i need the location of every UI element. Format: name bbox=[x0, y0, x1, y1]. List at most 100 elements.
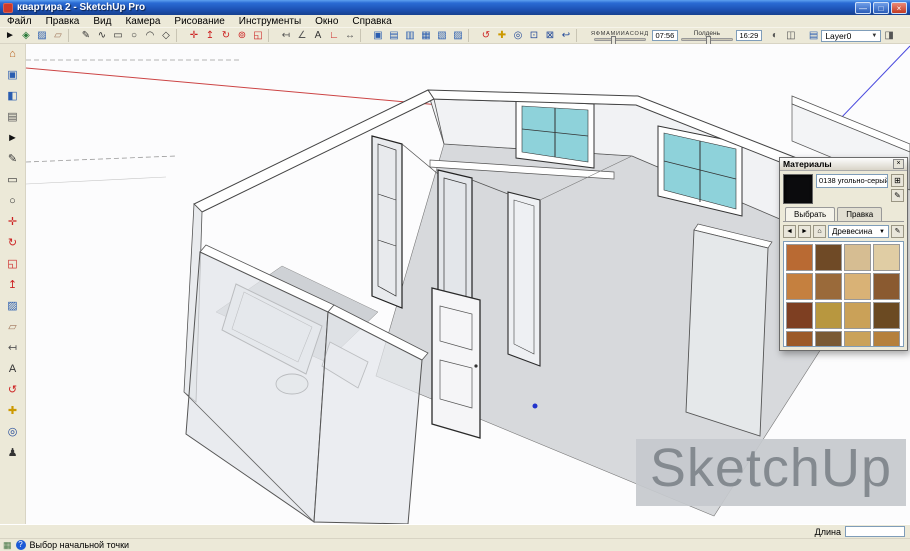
scale-tool-icon[interactable]: ◱ bbox=[250, 28, 266, 43]
move-tool-icon[interactable]: ✛ bbox=[186, 28, 202, 43]
wood-swatch-15[interactable] bbox=[844, 331, 871, 347]
paint-bucket-icon[interactable]: ▨ bbox=[3, 298, 23, 315]
maximize-button[interactable]: □ bbox=[873, 2, 889, 14]
move-tool-icon[interactable]: ✛ bbox=[3, 214, 23, 231]
menu-view[interactable]: Вид bbox=[86, 15, 118, 28]
view-back-icon[interactable]: ▧ bbox=[434, 28, 450, 43]
protractor-icon[interactable]: ∠ bbox=[294, 28, 310, 43]
materials-close-icon[interactable]: × bbox=[893, 159, 904, 169]
add-location-icon[interactable]: ⊞ bbox=[906, 28, 910, 43]
materials-tab-select[interactable]: Выбрать bbox=[785, 207, 835, 221]
menu-help[interactable]: Справка bbox=[345, 15, 398, 28]
zoom-tool-icon[interactable]: ◎ bbox=[510, 28, 526, 43]
rectangle-tool-icon[interactable]: ▭ bbox=[3, 172, 23, 189]
rectangle-tool-icon[interactable]: ▭ bbox=[110, 28, 126, 43]
view-top-icon[interactable]: ▤ bbox=[386, 28, 402, 43]
model-viewport[interactable]: SketchUp bbox=[26, 44, 910, 524]
wood-swatch-2[interactable] bbox=[815, 244, 842, 271]
dimension-tool-icon[interactable]: ↔ bbox=[342, 28, 358, 43]
wood-swatch-16[interactable] bbox=[873, 331, 900, 347]
push-pull-tool-icon[interactable]: ↥ bbox=[3, 277, 23, 294]
materials-back-button[interactable]: ◄ bbox=[783, 225, 796, 238]
wood-swatch-9[interactable] bbox=[786, 302, 813, 329]
shadow-time-slider[interactable] bbox=[681, 38, 733, 41]
menu-file[interactable]: Файл bbox=[0, 15, 39, 28]
section-plane-icon[interactable]: ▤ bbox=[3, 109, 23, 126]
shadow-end-time[interactable]: 16:29 bbox=[736, 30, 762, 41]
view-iso-icon[interactable]: ▣ bbox=[370, 28, 386, 43]
front-view-icon[interactable]: ◧ bbox=[3, 88, 23, 105]
material-name-field[interactable]: 0138 угольно-серый bbox=[816, 174, 888, 188]
menu-window[interactable]: Окно bbox=[308, 15, 345, 28]
view-front-icon[interactable]: ▥ bbox=[402, 28, 418, 43]
orbit-tool-icon[interactable]: ↺ bbox=[478, 28, 494, 43]
wood-swatch-13[interactable] bbox=[786, 331, 813, 347]
make-component-icon[interactable]: ◈ bbox=[18, 28, 34, 43]
scale-tool-icon[interactable]: ◱ bbox=[3, 256, 23, 273]
circle-tool-icon[interactable]: ○ bbox=[126, 28, 142, 43]
select-tool-icon[interactable]: ► bbox=[2, 28, 18, 43]
wood-swatch-11[interactable] bbox=[844, 302, 871, 329]
wood-swatch-14[interactable] bbox=[815, 331, 842, 347]
rotate-tool-icon[interactable]: ↻ bbox=[218, 28, 234, 43]
materials-tab-edit[interactable]: Правка bbox=[837, 207, 882, 221]
menu-draw[interactable]: Рисование bbox=[167, 15, 231, 28]
select-tool-icon[interactable]: ► bbox=[3, 130, 23, 147]
zoom-extents-icon[interactable]: ⊠ bbox=[542, 28, 558, 43]
wood-swatch-3[interactable] bbox=[844, 244, 871, 271]
freehand-tool-icon[interactable]: ∿ bbox=[94, 28, 110, 43]
layer-manager-icon[interactable]: ◨ bbox=[884, 30, 893, 41]
rotate-tool-icon[interactable]: ↻ bbox=[3, 235, 23, 252]
line-tool-icon[interactable]: ✎ bbox=[3, 151, 23, 168]
paint-bucket-icon[interactable]: ▨ bbox=[34, 28, 50, 43]
wood-swatch-1[interactable] bbox=[786, 244, 813, 271]
minimize-button[interactable]: — bbox=[855, 2, 871, 14]
push-pull-tool-icon[interactable]: ↥ bbox=[202, 28, 218, 43]
orbit-tool-icon[interactable]: ↺ bbox=[3, 382, 23, 399]
top-view-icon[interactable]: ▣ bbox=[3, 67, 23, 84]
edit-material-button[interactable]: ✎ bbox=[891, 189, 904, 202]
axes-tool-icon[interactable]: ∟ bbox=[326, 28, 342, 43]
previous-view-icon[interactable]: ↩ bbox=[558, 28, 574, 43]
eraser-tool-icon[interactable]: ▱ bbox=[50, 28, 66, 43]
line-tool-icon[interactable]: ✎ bbox=[78, 28, 94, 43]
wood-swatch-12[interactable] bbox=[873, 302, 900, 329]
wood-swatch-6[interactable] bbox=[815, 273, 842, 300]
wood-swatch-4[interactable] bbox=[873, 244, 900, 271]
menu-edit[interactable]: Правка bbox=[39, 15, 87, 28]
arc-tool-icon[interactable]: ◠ bbox=[142, 28, 158, 43]
close-button[interactable]: × bbox=[891, 2, 907, 14]
view-left-icon[interactable]: ▨ bbox=[450, 28, 466, 43]
walk-tool-icon[interactable]: ♟ bbox=[3, 445, 23, 462]
layer-dropdown[interactable]: Layer0 ▼ bbox=[821, 30, 881, 42]
wood-swatch-8[interactable] bbox=[873, 273, 900, 300]
instructor-icon[interactable]: ▦ bbox=[3, 540, 12, 551]
wood-swatch-10[interactable] bbox=[815, 302, 842, 329]
iso-view-icon[interactable]: ⌂ bbox=[3, 46, 23, 63]
shadow-start-time[interactable]: 07:56 bbox=[652, 30, 678, 41]
zoom-tool-icon[interactable]: ◎ bbox=[3, 424, 23, 441]
offset-tool-icon[interactable]: ⊚ bbox=[234, 28, 250, 43]
help-icon[interactable]: ? bbox=[16, 540, 26, 550]
pan-tool-icon[interactable]: ✚ bbox=[3, 403, 23, 420]
view-right-icon[interactable]: ▦ bbox=[418, 28, 434, 43]
materials-panel-titlebar[interactable]: Материалы × bbox=[780, 158, 907, 171]
menu-camera[interactable]: Камера bbox=[118, 15, 167, 28]
text-tool-icon[interactable]: A bbox=[310, 28, 326, 43]
shadow-settings-icon[interactable]: ◫ bbox=[783, 28, 799, 43]
eraser-tool-icon[interactable]: ▱ bbox=[3, 319, 23, 336]
text-tool-icon[interactable]: A bbox=[3, 361, 23, 378]
polygon-tool-icon[interactable]: ◇ bbox=[158, 28, 174, 43]
pan-tool-icon[interactable]: ✚ bbox=[494, 28, 510, 43]
wood-swatch-5[interactable] bbox=[786, 273, 813, 300]
tape-measure-icon[interactable]: ↤ bbox=[3, 340, 23, 357]
shadow-date-slider[interactable] bbox=[594, 38, 646, 41]
material-category-dropdown[interactable]: Древесина ▼ bbox=[828, 225, 889, 238]
materials-home-button[interactable]: ⌂ bbox=[813, 225, 826, 238]
measurement-input[interactable] bbox=[845, 526, 905, 537]
tape-measure-icon[interactable]: ↤ bbox=[278, 28, 294, 43]
circle-tool-icon[interactable]: ○ bbox=[3, 193, 23, 210]
zoom-window-icon[interactable]: ⊡ bbox=[526, 28, 542, 43]
sample-paint-button[interactable]: ✎ bbox=[891, 225, 904, 238]
shadows-toggle-icon[interactable]: ◐ bbox=[767, 28, 783, 43]
